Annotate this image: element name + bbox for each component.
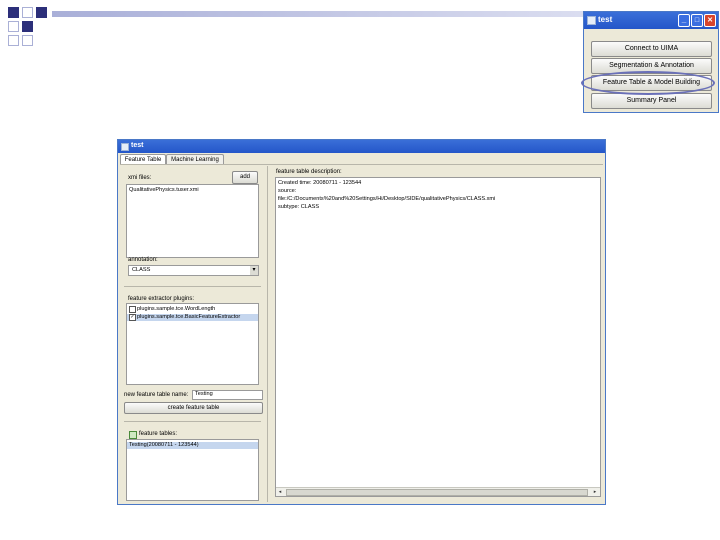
xmi-file-item[interactable]: QualitativePhysics.tuser.xmi — [129, 187, 199, 194]
feature-tables-label: feature tables: — [139, 431, 178, 437]
description-label: feature table description: — [276, 169, 342, 175]
connect-uima-button[interactable]: Connect to UIMA — [591, 41, 712, 57]
feature-extractor-plugins-label: feature extractor plugins: — [128, 296, 195, 302]
table-icon — [129, 431, 137, 439]
app-icon — [121, 143, 129, 151]
annotation-value: CLASS — [132, 267, 151, 273]
launcher-titlebar: test _ □ ✕ — [584, 12, 718, 29]
description-line: file:/C:/Documents%20and%20Settings/Hi/D… — [278, 196, 496, 202]
plugin-item[interactable]: plugins.sample.tce.WordLength — [127, 306, 258, 313]
feature-tables-list[interactable]: Testing(20080711 - 123544) — [126, 439, 259, 501]
scroll-left-icon[interactable]: ◂ — [277, 489, 283, 495]
decor-square — [8, 35, 19, 46]
feature-table-item[interactable]: Testing(20080711 - 123544) — [127, 442, 258, 449]
scroll-right-icon[interactable]: ▸ — [592, 489, 598, 495]
decor-square — [22, 7, 33, 18]
app-icon — [587, 16, 596, 25]
decor-square — [8, 7, 19, 18]
tab-divider — [120, 164, 603, 165]
highlight-ellipse — [581, 71, 715, 95]
description-line: Created time: 20080711 - 123544 — [278, 180, 362, 186]
plugin-label: plugins.sample.tce.BasicFeatureExtractor — [137, 314, 241, 320]
decor-square — [22, 35, 33, 46]
split-divider[interactable] — [267, 166, 268, 502]
section-divider — [124, 286, 261, 287]
decor-square — [22, 21, 33, 32]
xmi-files-list[interactable]: QualitativePhysics.tuser.xmi — [126, 184, 259, 258]
section-divider — [124, 421, 261, 422]
add-button[interactable]: add — [232, 171, 258, 184]
close-button[interactable]: ✕ — [704, 14, 716, 27]
description-area[interactable]: Created time: 20080711 - 123544 source: … — [275, 177, 601, 497]
summary-panel-button[interactable]: Summary Panel — [591, 93, 712, 109]
main-titlebar: test — [118, 140, 605, 153]
plugin-checkbox[interactable]: ✓ — [129, 314, 136, 321]
decor-square — [36, 7, 47, 18]
main-title: test — [131, 142, 144, 149]
plugins-list[interactable]: plugins.sample.tce.WordLength ✓ plugins.… — [126, 303, 259, 385]
description-line: subtype: CLASS — [278, 204, 320, 210]
chevron-down-icon[interactable]: ▾ — [250, 266, 258, 275]
new-feature-table-label: new feature table name: — [124, 392, 189, 398]
feature-table-name-value: Testing — [195, 391, 213, 397]
description-line: source: — [278, 188, 297, 194]
launcher-title: test — [598, 15, 613, 24]
plugin-label: plugins.sample.tce.WordLength — [137, 306, 216, 312]
xmi-files-label: xmi files: — [128, 175, 152, 181]
scroll-thumb[interactable] — [286, 489, 588, 496]
annotation-select[interactable]: CLASS ▾ — [128, 265, 259, 276]
horizontal-scrollbar[interactable]: ◂ ▸ — [276, 487, 600, 496]
decor-square — [8, 21, 19, 32]
annotation-label: annotation: — [128, 257, 158, 263]
maximize-button[interactable]: □ — [691, 14, 703, 27]
minimize-button[interactable]: _ — [678, 14, 690, 27]
create-feature-table-button[interactable]: create feature table — [124, 402, 263, 414]
launcher-window: test _ □ ✕ Connect to UIMA Segmentation … — [583, 11, 719, 113]
plugin-item[interactable]: ✓ plugins.sample.tce.BasicFeatureExtract… — [127, 314, 258, 321]
feature-table-name-input[interactable]: Testing — [192, 390, 263, 400]
main-window: test Feature Table Machine Learning xmi … — [117, 139, 606, 505]
plugin-checkbox[interactable] — [129, 306, 136, 313]
